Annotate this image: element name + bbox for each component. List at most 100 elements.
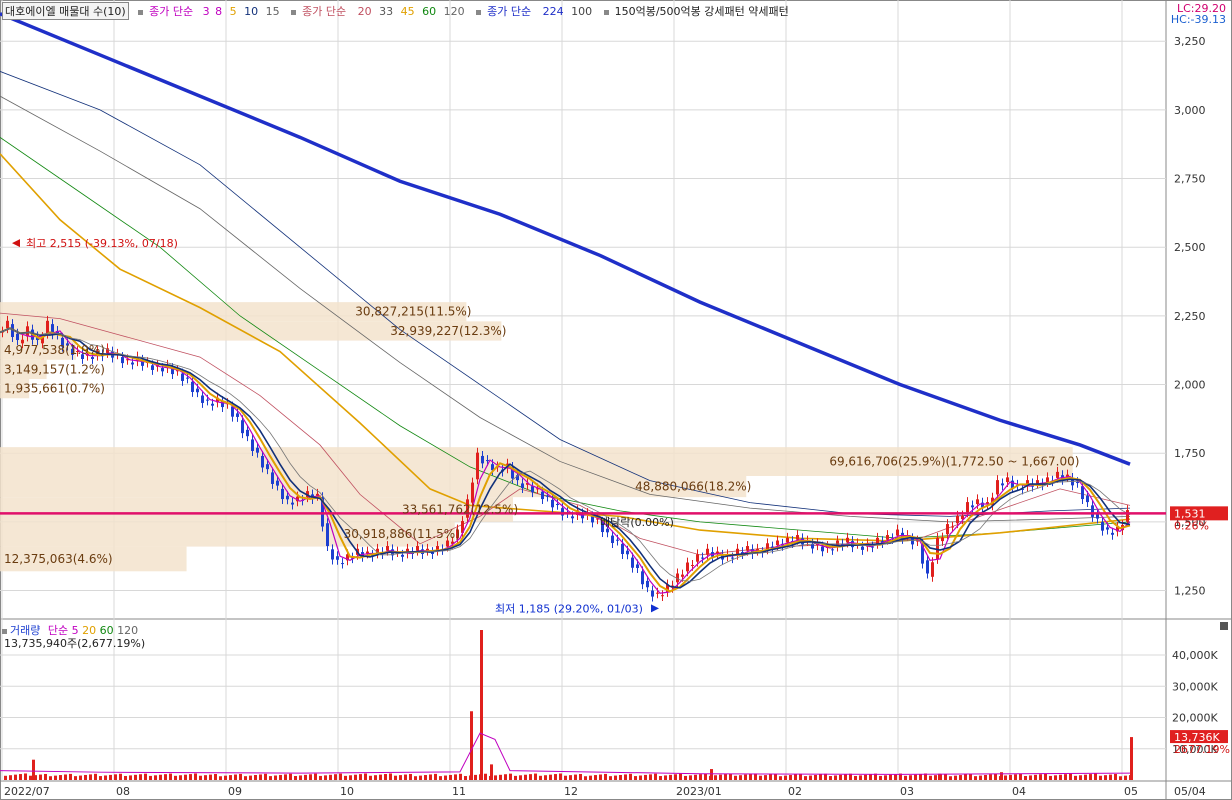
volume-profile-label: 4,977,538(1.9%) bbox=[4, 343, 105, 357]
arrow-left-icon bbox=[12, 239, 20, 248]
volume-bar bbox=[734, 775, 737, 780]
volume-bar bbox=[554, 774, 557, 780]
candle-body bbox=[16, 333, 19, 341]
volume-bar bbox=[1054, 775, 1057, 780]
volume-bar bbox=[449, 774, 452, 780]
volume-bar bbox=[639, 775, 642, 780]
candle-body bbox=[196, 388, 199, 393]
candle-body bbox=[926, 560, 929, 574]
volume-spike-bar bbox=[710, 769, 713, 780]
volume-bar bbox=[404, 774, 407, 780]
price-annotation: 배당락(0.00%) bbox=[600, 516, 674, 529]
volume-bar bbox=[324, 775, 327, 780]
volume-bar bbox=[784, 775, 787, 780]
pattern-toggle[interactable]: 150억봉/500억봉 강세패턴 약세패턴 bbox=[603, 5, 795, 18]
volume-bar bbox=[634, 776, 637, 780]
volume-bar bbox=[1039, 774, 1042, 780]
volume-bar bbox=[789, 775, 792, 780]
volume-bar bbox=[1009, 774, 1012, 780]
volume-profile-label: 32,939,227(12.3%) bbox=[390, 324, 506, 338]
date-tick-label: 05/04 bbox=[1174, 785, 1206, 798]
volume-profile-label: 30,918,886(11.5%) bbox=[344, 527, 460, 541]
volume-bar bbox=[154, 775, 157, 780]
volume-bar bbox=[494, 775, 497, 780]
candle-body bbox=[121, 357, 124, 364]
volume-bar bbox=[714, 775, 717, 780]
volume-bar bbox=[914, 774, 917, 780]
volume-bar bbox=[889, 774, 892, 780]
candle-body bbox=[1001, 483, 1004, 486]
volume-bar bbox=[984, 774, 987, 780]
volume-bar bbox=[339, 773, 342, 780]
candle-body bbox=[631, 557, 634, 568]
volume-bar bbox=[1119, 776, 1122, 780]
volume-bar bbox=[574, 774, 577, 780]
volume-bar bbox=[1104, 775, 1107, 780]
candle-body bbox=[1101, 521, 1104, 531]
volume-bar bbox=[809, 775, 812, 780]
volume-bar bbox=[1094, 773, 1097, 780]
volume-bar bbox=[199, 775, 202, 780]
arrow-right-icon bbox=[651, 604, 659, 613]
volume-profile-label: 1,935,661(0.7%) bbox=[4, 382, 105, 396]
volume-bar bbox=[254, 775, 257, 780]
chart-header: 대호에이엘 매물대 수(10) 종가 단순 3 8 5 10 15 종가 단순 … bbox=[2, 2, 801, 20]
volume-bar bbox=[1089, 774, 1092, 780]
ma-group-3[interactable]: 종가 단순 224 100 bbox=[476, 5, 597, 18]
volume-bar bbox=[434, 773, 437, 780]
volume-bar bbox=[394, 775, 397, 780]
volume-bar bbox=[144, 773, 147, 780]
volume-bar bbox=[484, 773, 487, 780]
volume-bar bbox=[439, 776, 442, 780]
volume-spike-bar bbox=[470, 711, 473, 780]
volume-bar bbox=[89, 774, 92, 780]
volume-bar bbox=[1049, 775, 1052, 780]
volume-bar bbox=[239, 773, 242, 780]
volume-bar bbox=[894, 774, 897, 780]
ma-group-2[interactable]: 종가 단순 20 33 45 60 120 bbox=[291, 5, 470, 18]
candle-body bbox=[946, 524, 949, 535]
stock-chart[interactable]: 3,2503,0002,7502,5002,2502,0001,7501,500… bbox=[0, 0, 1232, 800]
volume-bar bbox=[779, 776, 782, 780]
candle-body bbox=[331, 549, 334, 560]
candle-body bbox=[271, 472, 274, 484]
date-tick-label: 2023/01 bbox=[676, 785, 722, 798]
candle-body bbox=[1081, 486, 1084, 500]
volume-bar bbox=[659, 775, 662, 780]
volume-bar bbox=[314, 773, 317, 780]
volume-bar bbox=[684, 775, 687, 780]
volume-bar bbox=[644, 774, 647, 780]
volume-bar bbox=[509, 773, 512, 780]
volume-bar bbox=[214, 774, 217, 780]
volume-bar bbox=[359, 774, 362, 780]
candle-body bbox=[416, 546, 419, 551]
volume-bar bbox=[309, 774, 312, 780]
volume-bar bbox=[464, 776, 467, 780]
volume-bar bbox=[1059, 774, 1062, 780]
candle-body bbox=[821, 546, 824, 552]
candle-body bbox=[796, 535, 799, 540]
candle-body bbox=[1006, 477, 1009, 483]
candle-body bbox=[246, 429, 249, 437]
price-tick-label: 2,750 bbox=[1174, 173, 1206, 186]
stock-selector[interactable]: 대호에이엘 매물대 수(10) bbox=[2, 2, 129, 20]
volume-bar bbox=[64, 774, 67, 780]
candle-body bbox=[281, 488, 284, 500]
candle-body bbox=[876, 537, 879, 544]
volume-bar bbox=[719, 774, 722, 780]
candle-body bbox=[1036, 480, 1039, 484]
volume-bar bbox=[174, 775, 177, 780]
volume-bar bbox=[209, 774, 212, 780]
toggle-icon bbox=[291, 9, 297, 15]
volume-bar bbox=[864, 774, 867, 780]
volume-bar bbox=[839, 774, 842, 780]
volume-bar bbox=[674, 774, 677, 780]
volume-bar bbox=[389, 773, 392, 780]
volume-bar bbox=[744, 774, 747, 780]
volume-bar bbox=[124, 775, 127, 780]
volume-bar bbox=[284, 774, 287, 780]
ma-group-1[interactable]: 종가 단순 3 8 5 10 15 bbox=[138, 5, 285, 18]
volume-profile-label: 3,149,157(1.2%) bbox=[4, 362, 105, 376]
volume-bar bbox=[24, 773, 27, 780]
volume-bar bbox=[539, 775, 542, 780]
